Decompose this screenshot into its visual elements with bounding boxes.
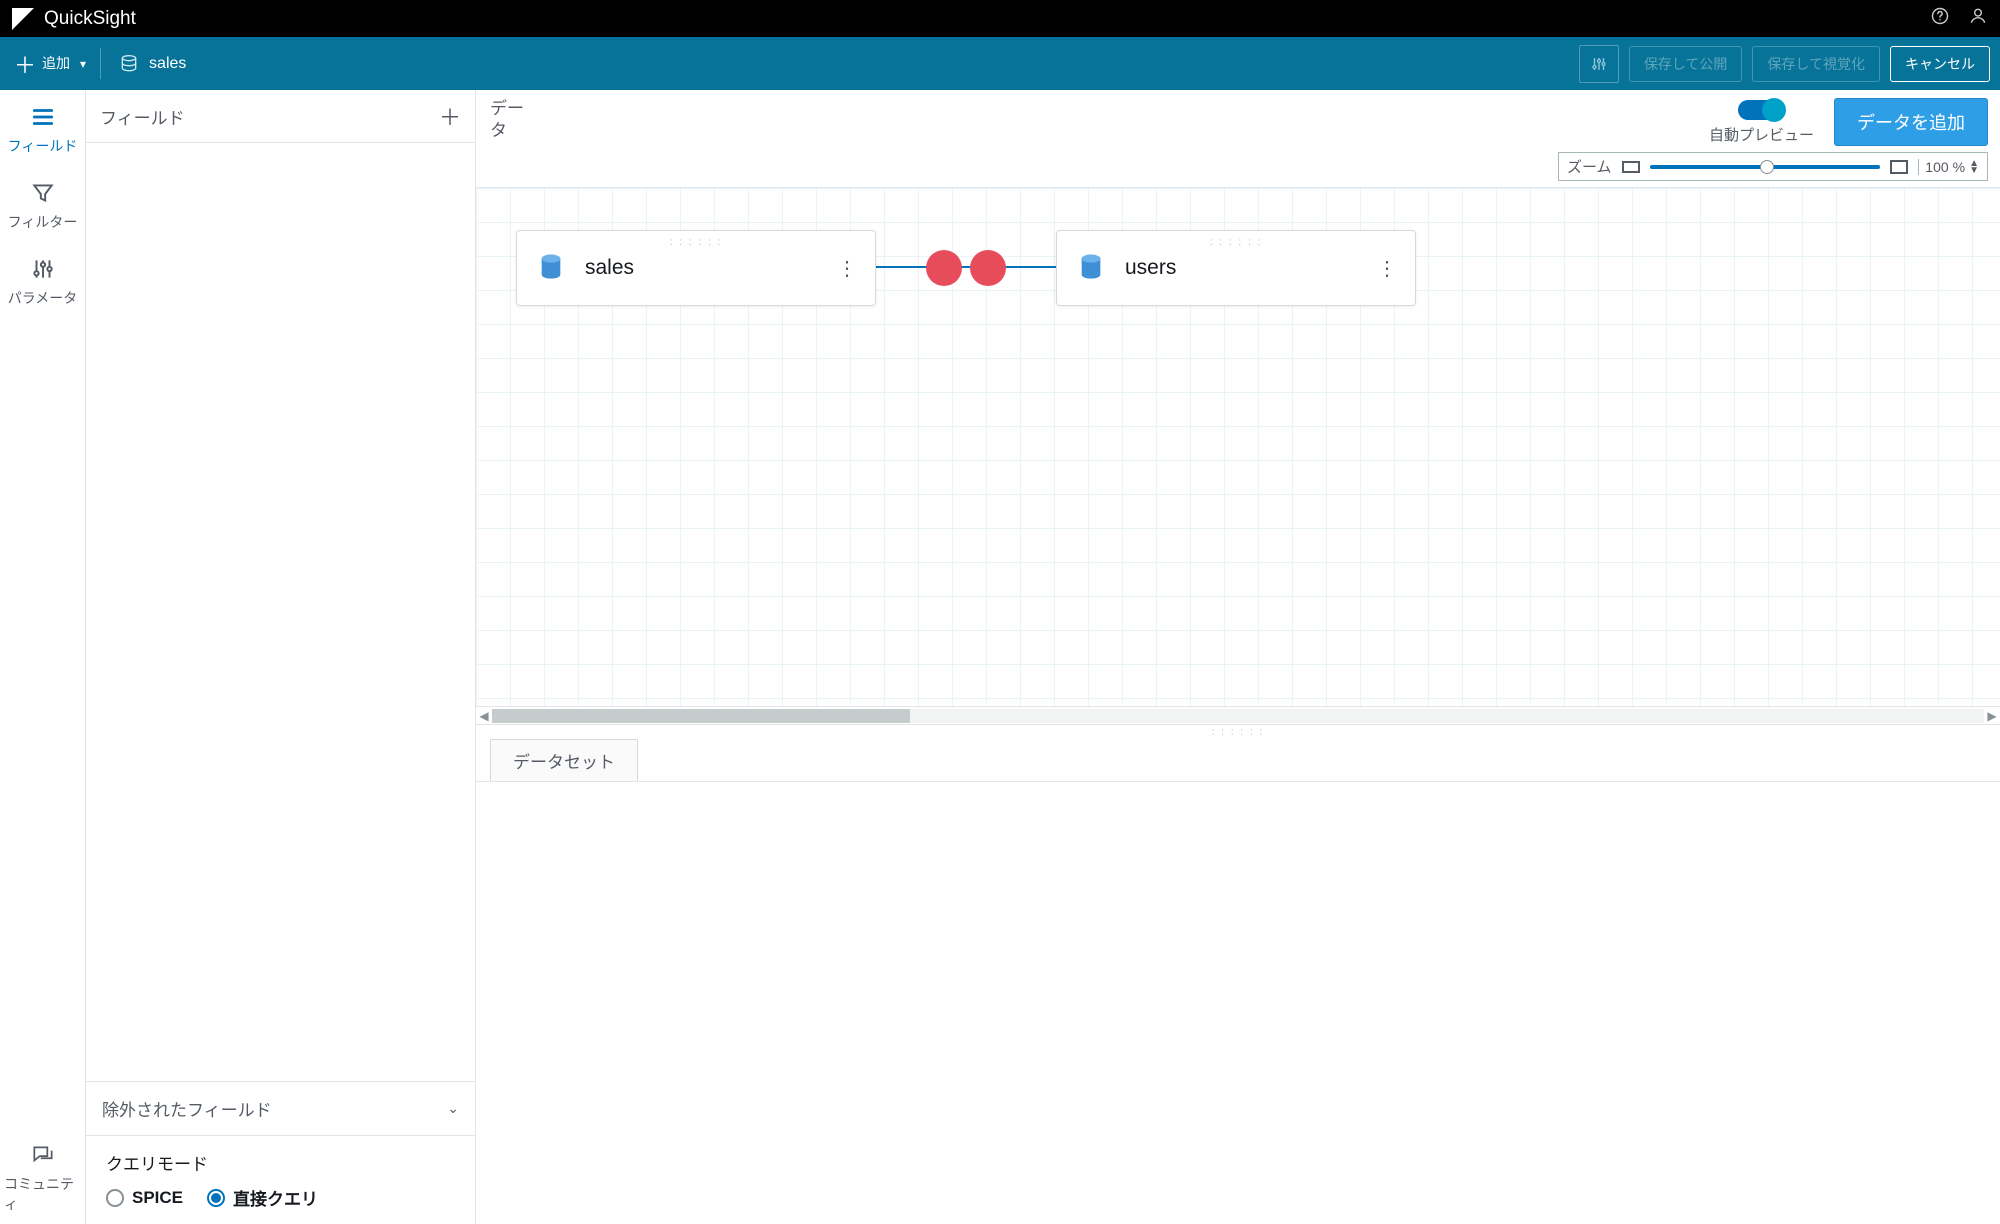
excluded-fields-toggle[interactable]: 除外されたフィールド ⌄	[86, 1081, 475, 1136]
zoom-stepper-icon[interactable]: ▲▼	[1969, 160, 1979, 174]
grip-icon[interactable]: : : : : : :	[670, 237, 723, 248]
vertical-splitter[interactable]: : : : : : :	[476, 725, 2000, 739]
save-publish-button[interactable]: 保存して公開	[1629, 46, 1743, 82]
add-field-icon[interactable]: ＋	[439, 100, 461, 132]
database-icon	[1075, 252, 1107, 284]
workspace: データ 自動プレビュー データを追加 ズーム 100 % ▲▼	[476, 90, 2000, 1224]
preview-tabs: データセット	[476, 739, 2000, 782]
node-label: users	[1125, 256, 1176, 280]
fields-panel: フィールド ＋ 除外されたフィールド ⌄ クエリモード SPICE 直接クエリ	[86, 90, 476, 1224]
fields-icon	[30, 104, 56, 130]
zoom-thumb[interactable]	[1760, 160, 1774, 174]
zoom-slider[interactable]	[1650, 165, 1881, 169]
add-data-button[interactable]: データを追加	[1834, 98, 1988, 146]
workspace-title: データ	[490, 98, 530, 142]
sub-toolbar: ＋ 追加 ▾ sales 保存して公開 保存して視覚化 キャンセル	[0, 37, 2000, 90]
brand-text: QuickSight	[44, 8, 136, 30]
sidebar-item-fields[interactable]: フィールド	[0, 90, 85, 166]
settings-sliders-icon[interactable]	[1579, 45, 1619, 83]
zoom-fit-icon[interactable]	[1890, 160, 1908, 174]
dataset-name: sales	[149, 55, 186, 73]
dataset-chip[interactable]: sales	[101, 54, 204, 74]
auto-preview-label: 自動プレビュー	[1709, 124, 1814, 145]
more-icon[interactable]: ⋮	[1377, 256, 1397, 281]
user-icon[interactable]	[1968, 6, 1988, 31]
community-icon	[30, 1142, 56, 1168]
preview-area	[476, 782, 2000, 1224]
radio-icon	[207, 1189, 225, 1207]
cancel-button[interactable]: キャンセル	[1890, 46, 1990, 82]
sidebar-item-parameters[interactable]: パラメータ	[0, 242, 85, 318]
database-icon	[119, 54, 139, 74]
zoom-control[interactable]: ズーム 100 % ▲▼	[1558, 152, 1988, 181]
grip-icon[interactable]: : : : : : :	[1210, 237, 1263, 248]
query-mode: クエリモード SPICE 直接クエリ	[86, 1136, 475, 1224]
help-icon[interactable]	[1930, 6, 1950, 31]
radio-spice[interactable]: SPICE	[106, 1188, 183, 1208]
scroll-thumb[interactable]	[492, 709, 910, 723]
fields-header-label: フィールド	[100, 104, 185, 129]
chevron-down-icon: ▾	[80, 57, 86, 71]
sidebar-item-filters[interactable]: フィルター	[0, 166, 85, 242]
more-icon[interactable]: ⋮	[837, 256, 857, 281]
brand: QuickSight	[12, 8, 136, 30]
add-button[interactable]: ＋ 追加 ▾	[0, 37, 100, 90]
parameters-icon	[30, 256, 56, 282]
sidebar-item-community[interactable]: コミュニティ	[0, 1128, 85, 1224]
table-node-sales[interactable]: : : : : : : sales ⋮	[516, 230, 876, 306]
node-label: sales	[585, 256, 634, 280]
join-handle-right[interactable]	[970, 250, 1006, 286]
scroll-left-icon[interactable]: ◀	[476, 709, 492, 723]
scroll-right-icon[interactable]: ▶	[1984, 709, 2000, 723]
plus-icon: ＋	[14, 48, 36, 80]
auto-preview-toggle[interactable]	[1738, 100, 1784, 120]
database-icon	[535, 252, 567, 284]
canvas-h-scrollbar[interactable]: ◀ ▶	[476, 707, 2000, 725]
table-node-users[interactable]: : : : : : : users ⋮	[1056, 230, 1416, 306]
percent-sign: %	[1953, 159, 1965, 175]
left-sidebar: フィールド フィルター パラメータ コミュニティ	[0, 90, 86, 1224]
zoom-out-icon[interactable]	[1622, 161, 1640, 173]
join-handle-left[interactable]	[926, 250, 962, 286]
radio-icon	[106, 1189, 124, 1207]
tab-dataset[interactable]: データセット	[490, 739, 638, 781]
fields-list	[86, 143, 475, 1081]
radio-direct-query[interactable]: 直接クエリ	[207, 1185, 318, 1210]
filter-icon	[30, 180, 56, 206]
zoom-label: ズーム	[1567, 156, 1612, 177]
quicksight-logo-icon	[12, 8, 34, 30]
query-mode-title: クエリモード	[106, 1150, 455, 1175]
zoom-percent: 100	[1925, 159, 1948, 175]
save-visualize-button[interactable]: 保存して視覚化	[1752, 46, 1880, 82]
top-bar: QuickSight	[0, 0, 2000, 37]
join-link[interactable]	[876, 266, 1056, 268]
chevron-down-icon: ⌄	[447, 1100, 459, 1117]
join-canvas[interactable]: : : : : : : sales ⋮ : : : : : : users	[476, 187, 2000, 707]
add-label: 追加	[42, 56, 70, 71]
